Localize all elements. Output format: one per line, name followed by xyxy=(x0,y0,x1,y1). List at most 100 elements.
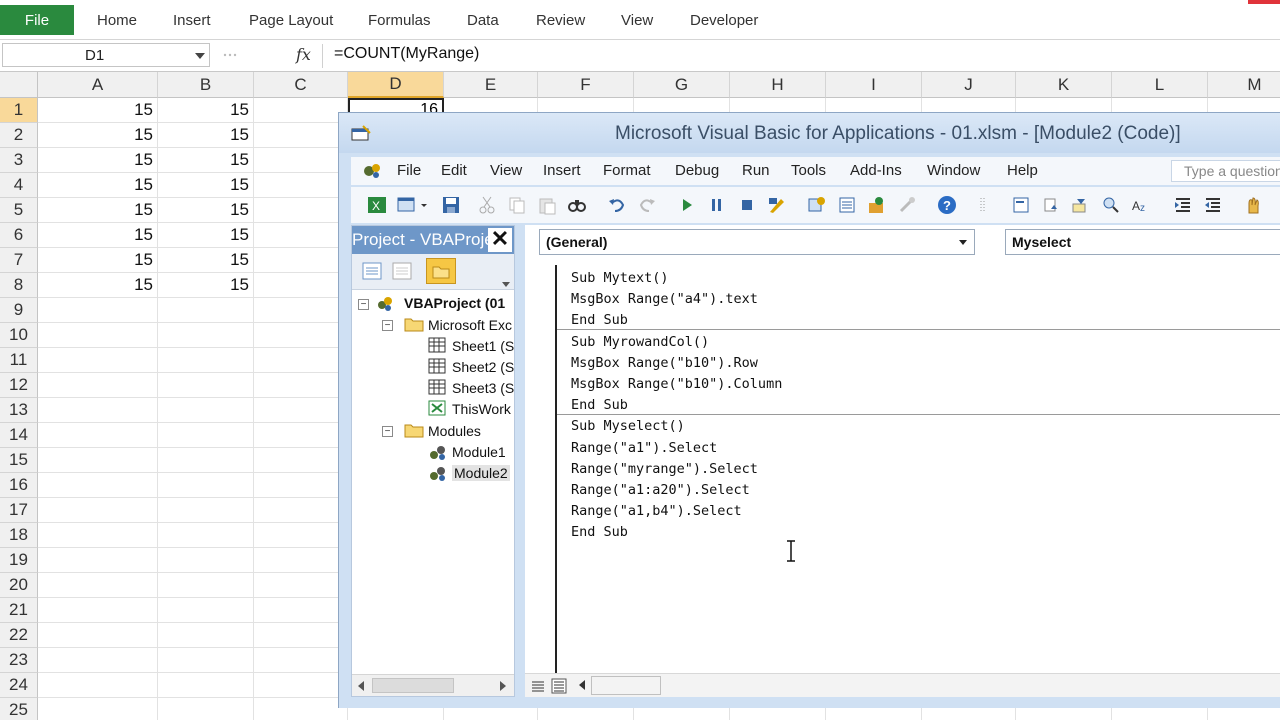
cell-c6[interactable] xyxy=(254,223,348,248)
tab-page-layout[interactable]: Page Layout xyxy=(249,5,333,35)
cell-a23[interactable] xyxy=(38,648,158,673)
cell-c9[interactable] xyxy=(254,298,348,323)
cell-b7[interactable]: 15 xyxy=(158,248,254,273)
project-pane-header[interactable]: Project - VBAProject ✕ xyxy=(352,226,514,254)
chevron-down-icon[interactable] xyxy=(195,53,205,59)
cell-a15[interactable] xyxy=(38,448,158,473)
column-header-f[interactable]: F xyxy=(538,72,634,98)
cell-a8[interactable]: 15 xyxy=(38,273,158,298)
tree-module1[interactable]: Module1 xyxy=(452,444,506,460)
scroll-left-icon[interactable] xyxy=(579,680,585,690)
cell-a1[interactable]: 15 xyxy=(38,98,158,123)
code-line[interactable]: End Sub xyxy=(571,312,628,328)
cell-b17[interactable] xyxy=(158,498,254,523)
cell-b25[interactable] xyxy=(158,698,254,720)
menu-view[interactable]: View xyxy=(490,162,522,179)
cell-b6[interactable]: 15 xyxy=(158,223,254,248)
outdent-icon[interactable] xyxy=(1203,195,1223,215)
code-line[interactable]: Sub Mytext() xyxy=(571,270,669,286)
column-header-l[interactable]: L xyxy=(1112,72,1208,98)
tree-collapse-toggle[interactable]: − xyxy=(382,320,393,331)
cell-c15[interactable] xyxy=(254,448,348,473)
cell-a12[interactable] xyxy=(38,373,158,398)
cell-c24[interactable] xyxy=(254,673,348,698)
row-header-13[interactable]: 13 xyxy=(0,398,38,423)
scroll-left-icon[interactable] xyxy=(358,681,364,691)
undo-icon[interactable] xyxy=(607,195,627,215)
quick-info-icon[interactable] xyxy=(1071,195,1091,215)
column-header-e[interactable]: E xyxy=(444,72,538,98)
row-header-8[interactable]: 8 xyxy=(0,273,38,298)
copy-icon[interactable] xyxy=(507,195,527,215)
menu-run[interactable]: Run xyxy=(742,162,770,179)
column-header-h[interactable]: H xyxy=(730,72,826,98)
code-line[interactable]: Range("a1,b4").Select xyxy=(571,503,742,519)
menu-file[interactable]: File xyxy=(397,162,421,179)
cell-b9[interactable] xyxy=(158,298,254,323)
tree-sheet2[interactable]: Sheet2 (S xyxy=(452,359,514,375)
menu-debug[interactable]: Debug xyxy=(675,162,719,179)
row-header-10[interactable]: 10 xyxy=(0,323,38,348)
code-line[interactable]: Range("myrange").Select xyxy=(571,461,758,477)
cell-b5[interactable]: 15 xyxy=(158,198,254,223)
row-header-17[interactable]: 17 xyxy=(0,498,38,523)
code-line[interactable]: MsgBox Range("b10").Row xyxy=(571,355,758,371)
cell-c13[interactable] xyxy=(254,398,348,423)
design-mode-icon[interactable] xyxy=(767,195,787,215)
cell-a20[interactable] xyxy=(38,573,158,598)
cell-a19[interactable] xyxy=(38,548,158,573)
code-line[interactable]: End Sub xyxy=(571,524,628,540)
row-header-2[interactable]: 2 xyxy=(0,123,38,148)
tab-developer[interactable]: Developer xyxy=(690,5,758,35)
procedure-dropdown[interactable]: Myselect xyxy=(1005,229,1280,255)
cell-c23[interactable] xyxy=(254,648,348,673)
view-code-icon[interactable] xyxy=(360,260,384,282)
column-header-k[interactable]: K xyxy=(1016,72,1112,98)
cell-c2[interactable] xyxy=(254,123,348,148)
cell-a7[interactable]: 15 xyxy=(38,248,158,273)
tab-review[interactable]: Review xyxy=(536,5,585,35)
chevron-down-icon[interactable] xyxy=(419,195,429,215)
list-constants-icon[interactable] xyxy=(1041,195,1061,215)
row-header-24[interactable]: 24 xyxy=(0,673,38,698)
tree-collapse-toggle[interactable]: − xyxy=(358,299,369,310)
cell-b12[interactable] xyxy=(158,373,254,398)
cell-a22[interactable] xyxy=(38,623,158,648)
row-header-19[interactable]: 19 xyxy=(0,548,38,573)
cell-b8[interactable]: 15 xyxy=(158,273,254,298)
cell-c14[interactable] xyxy=(254,423,348,448)
cell-a4[interactable]: 15 xyxy=(38,173,158,198)
code-line[interactable]: End Sub xyxy=(571,397,628,413)
cell-c17[interactable] xyxy=(254,498,348,523)
tab-formulas[interactable]: Formulas xyxy=(368,5,431,35)
cell-b18[interactable] xyxy=(158,523,254,548)
project-horizontal-scrollbar[interactable] xyxy=(352,674,514,696)
code-line[interactable]: MsgBox Range("b10").Column xyxy=(571,376,782,392)
column-header-c[interactable]: C xyxy=(254,72,348,98)
code-horizontal-scrollbar[interactable] xyxy=(525,673,1280,697)
menu-insert[interactable]: Insert xyxy=(543,162,581,179)
column-header-j[interactable]: J xyxy=(922,72,1016,98)
scroll-thumb[interactable] xyxy=(591,676,661,695)
cell-a9[interactable] xyxy=(38,298,158,323)
cell-c25[interactable] xyxy=(254,698,348,720)
row-header-9[interactable]: 9 xyxy=(0,298,38,323)
project-explorer-icon[interactable] xyxy=(807,195,827,215)
cell-c19[interactable] xyxy=(254,548,348,573)
cell-b3[interactable]: 15 xyxy=(158,148,254,173)
paste-icon[interactable] xyxy=(537,195,557,215)
parameter-info-icon[interactable] xyxy=(1101,195,1121,215)
column-header-a[interactable]: A xyxy=(38,72,158,98)
select-all-corner[interactable] xyxy=(0,72,38,98)
cell-c1[interactable] xyxy=(254,98,348,123)
cell-b20[interactable] xyxy=(158,573,254,598)
cell-c10[interactable] xyxy=(254,323,348,348)
cell-b22[interactable] xyxy=(158,623,254,648)
tree-sheet3[interactable]: Sheet3 (S xyxy=(452,380,514,396)
row-header-14[interactable]: 14 xyxy=(0,423,38,448)
redo-icon[interactable] xyxy=(637,195,657,215)
object-dropdown[interactable]: (General) xyxy=(539,229,975,255)
vba-menu-icon[interactable] xyxy=(361,161,383,181)
cell-b24[interactable] xyxy=(158,673,254,698)
cell-c18[interactable] xyxy=(254,523,348,548)
